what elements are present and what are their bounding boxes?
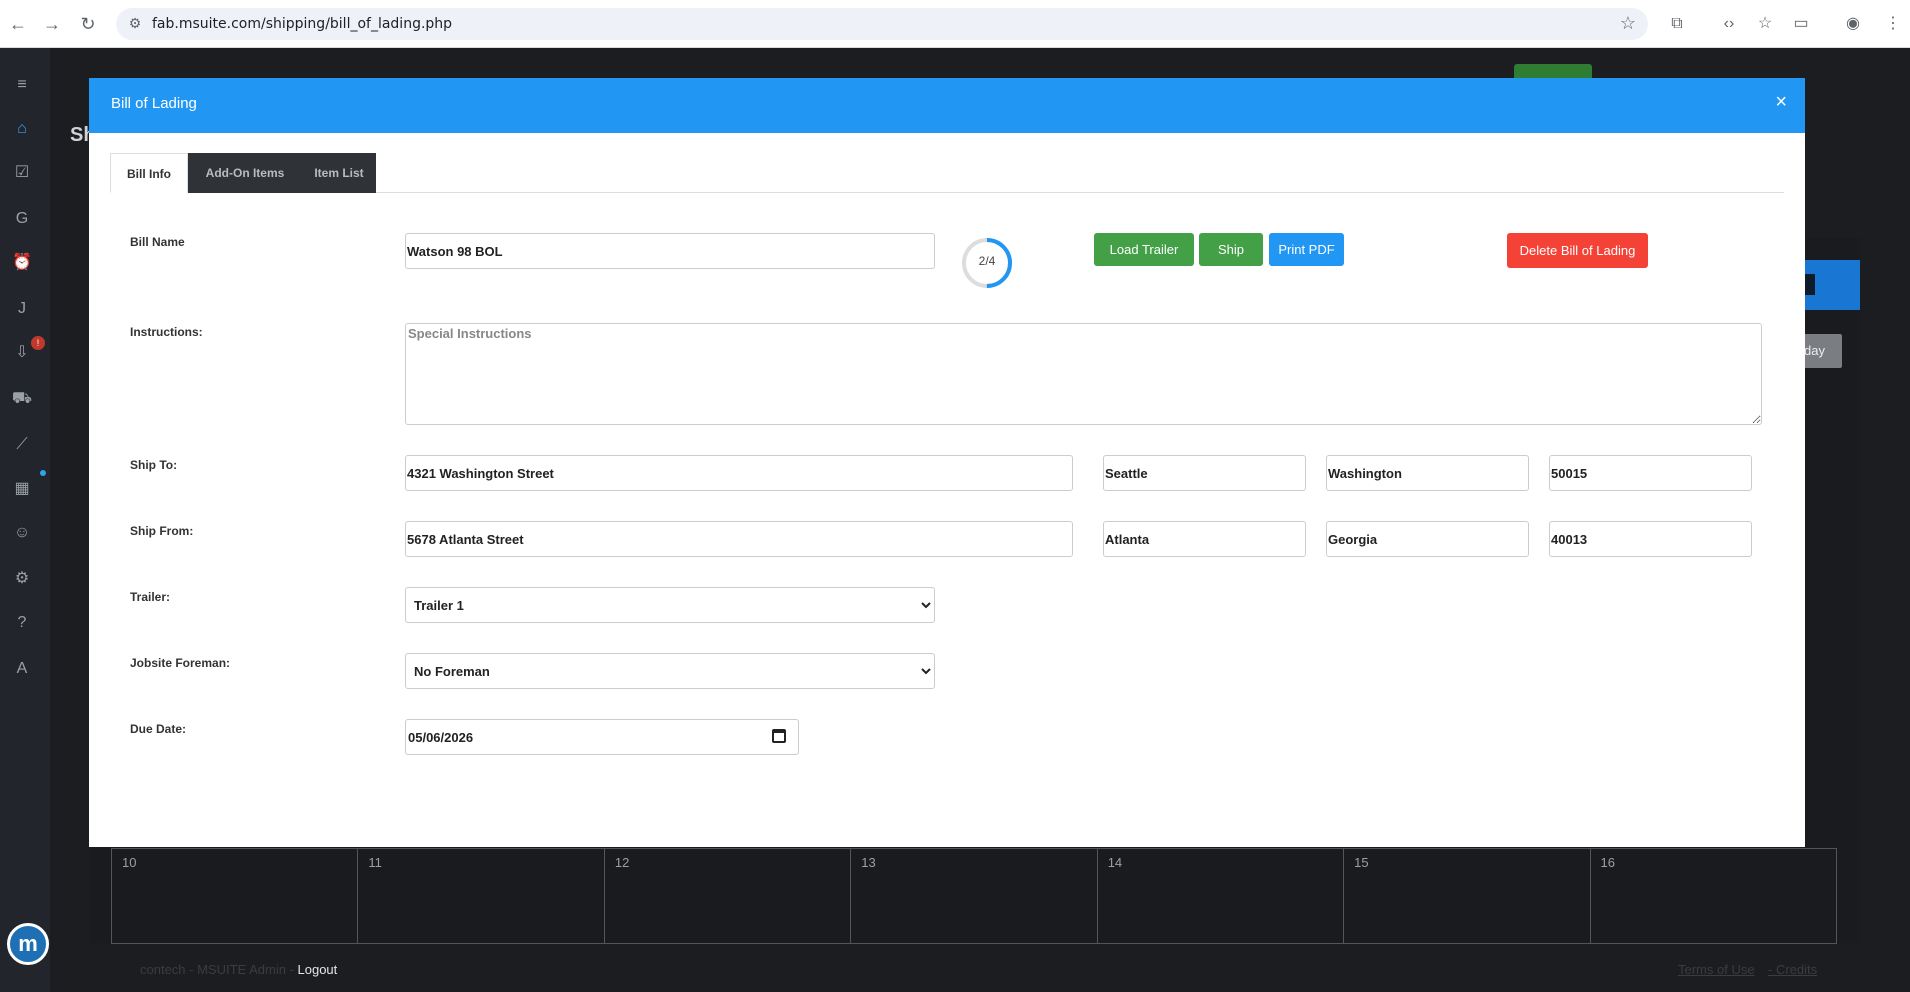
ship-from-street-input[interactable] (405, 521, 1073, 557)
sidebar: ≡ ⌂ ☑ G ⏰ J ⇩ ! ⛟ ⟋ ▦ ☺ ⚙ ? A m (0, 48, 50, 992)
bookmark-star-icon[interactable]: ☆ (1620, 13, 1636, 34)
print-pdf-button[interactable]: Print PDF (1269, 233, 1344, 266)
gear-icon[interactable]: ⚙ (9, 566, 35, 592)
tab-bill-info[interactable]: Bill Info (110, 153, 188, 193)
foreman-select[interactable]: No Foreman (405, 653, 935, 689)
calendar-day[interactable]: 14 (1097, 849, 1345, 944)
bill-name-label: Bill Name (130, 235, 185, 249)
ship-from-state-input[interactable] (1326, 521, 1529, 557)
calendar-day-number: 11 (368, 855, 382, 870)
ship-from-label: Ship From: (130, 524, 194, 538)
logout-link[interactable]: Logout (298, 962, 338, 977)
delete-bill-button[interactable]: Delete Bill of Lading (1507, 233, 1648, 268)
home-icon[interactable]: ⌂ (9, 116, 35, 142)
tab-bar: Bill Info Add-On Items Item List (110, 153, 1784, 193)
calendar-day-number: 10 (122, 855, 137, 870)
ship-from-city-input[interactable] (1103, 521, 1306, 557)
calendar-day[interactable]: 12 (604, 849, 852, 944)
chart-line-icon[interactable]: ⟋ (9, 432, 35, 458)
ship-from-zip-input[interactable] (1549, 521, 1752, 557)
progress-text: 2/4 (978, 254, 996, 268)
footer-left: contech - MSUITE Admin - Logout (140, 962, 337, 977)
instructions-label: Instructions: (130, 325, 203, 339)
address-bar[interactable]: ⚙ fab.msuite.com/shipping/bill_of_lading… (116, 8, 1648, 40)
g-icon[interactable]: G (9, 206, 35, 232)
notification-badge: ! (31, 336, 45, 350)
factory-icon[interactable]: ▦ (9, 476, 35, 502)
ship-to-zip-input[interactable] (1549, 455, 1752, 491)
calendar-day[interactable]: 16 (1590, 849, 1837, 944)
credits-label: Credits (1775, 962, 1818, 977)
calendar-day-number: 14 (1107, 855, 1123, 870)
calendar-day[interactable]: 10 (112, 849, 359, 944)
close-icon[interactable]: × (1775, 92, 1787, 112)
j-icon[interactable]: J (9, 296, 35, 322)
calendar-day[interactable]: 11 (358, 849, 605, 944)
url-text[interactable]: fab.msuite.com/shipping/bill_of_lading.p… (152, 16, 452, 32)
ship-to-label: Ship To: (130, 458, 178, 472)
trailer-label: Trailer: (130, 590, 171, 604)
footer: contech - MSUITE Admin - Logout Terms of… (50, 944, 1910, 992)
tab-item-list[interactable]: Item List (302, 153, 376, 193)
modal-title: Bill of Lading (111, 95, 197, 112)
forward-icon[interactable]: → (38, 10, 66, 38)
profile-icon[interactable]: ◉ (1840, 11, 1866, 37)
site-settings-icon[interactable]: ⚙ (126, 15, 144, 33)
load-trailer-button[interactable]: Load Trailer (1094, 233, 1194, 266)
terms-link[interactable]: Terms of Use (1678, 962, 1755, 977)
footer-company: contech - MSUITE Admin - (140, 962, 298, 977)
calendar-day-number: 13 (861, 855, 876, 870)
calendar-day-number: 16 (1600, 855, 1615, 870)
users-icon[interactable]: ☺ (9, 520, 35, 546)
calendar-day[interactable]: 13 (851, 849, 1098, 944)
credits-link[interactable]: - Credits (1768, 962, 1817, 977)
due-date-label: Due Date: (130, 722, 187, 736)
alarm-icon[interactable]: ⏰ (9, 250, 35, 276)
calendar-icon[interactable] (772, 729, 786, 743)
footer-separator: - (1768, 962, 1776, 977)
calendar-day-number: 15 (1354, 855, 1369, 870)
reading-list-icon[interactable]: ▭ (1788, 11, 1814, 37)
msuite-logo[interactable]: m (7, 923, 49, 965)
tab-add-on-items[interactable]: Add-On Items (188, 153, 302, 193)
extensions-icon[interactable]: ⧉ (1664, 11, 1690, 37)
due-date-value: 05/06/2026 (408, 730, 474, 745)
due-date-input[interactable]: 05/06/2026 (405, 719, 799, 755)
a-icon[interactable]: A (9, 656, 35, 682)
trailer-select[interactable]: Trailer 1 (405, 587, 935, 623)
bill-of-lading-modal: Bill of Lading × Bill Info Add-On Items … (89, 78, 1805, 847)
calendar-row: 10 11 12 13 14 15 16 (111, 848, 1837, 944)
bill-name-input[interactable] (405, 233, 935, 269)
truck-icon[interactable]: ⛟ (9, 386, 35, 412)
calendar-day-number: 12 (614, 855, 630, 870)
ship-button[interactable]: Ship (1199, 233, 1263, 266)
ship-to-street-input[interactable] (405, 455, 1073, 491)
ship-to-city-input[interactable] (1103, 455, 1306, 491)
browser-toolbar: ← → ↻ ⚙ fab.msuite.com/shipping/bill_of_… (0, 0, 1910, 48)
hamburger-icon[interactable]: ≡ (9, 72, 35, 98)
back-icon[interactable]: ← (4, 10, 32, 38)
bookmarks-icon[interactable]: ☆ (1752, 11, 1778, 37)
instructions-textarea[interactable] (405, 323, 1762, 425)
menu-dots-icon[interactable]: ⋮ (1880, 11, 1906, 37)
ship-to-state-input[interactable] (1326, 455, 1529, 491)
status-dot (40, 470, 46, 476)
modal-header: Bill of Lading × (89, 78, 1805, 133)
checkbox-icon[interactable]: ☑ (9, 160, 35, 186)
help-icon[interactable]: ? (9, 610, 35, 636)
foreman-label: Jobsite Foreman: (130, 656, 231, 670)
code-icon[interactable]: ‹› (1716, 11, 1742, 37)
reload-icon[interactable]: ↻ (74, 10, 102, 38)
calendar-day[interactable]: 15 (1344, 849, 1591, 944)
